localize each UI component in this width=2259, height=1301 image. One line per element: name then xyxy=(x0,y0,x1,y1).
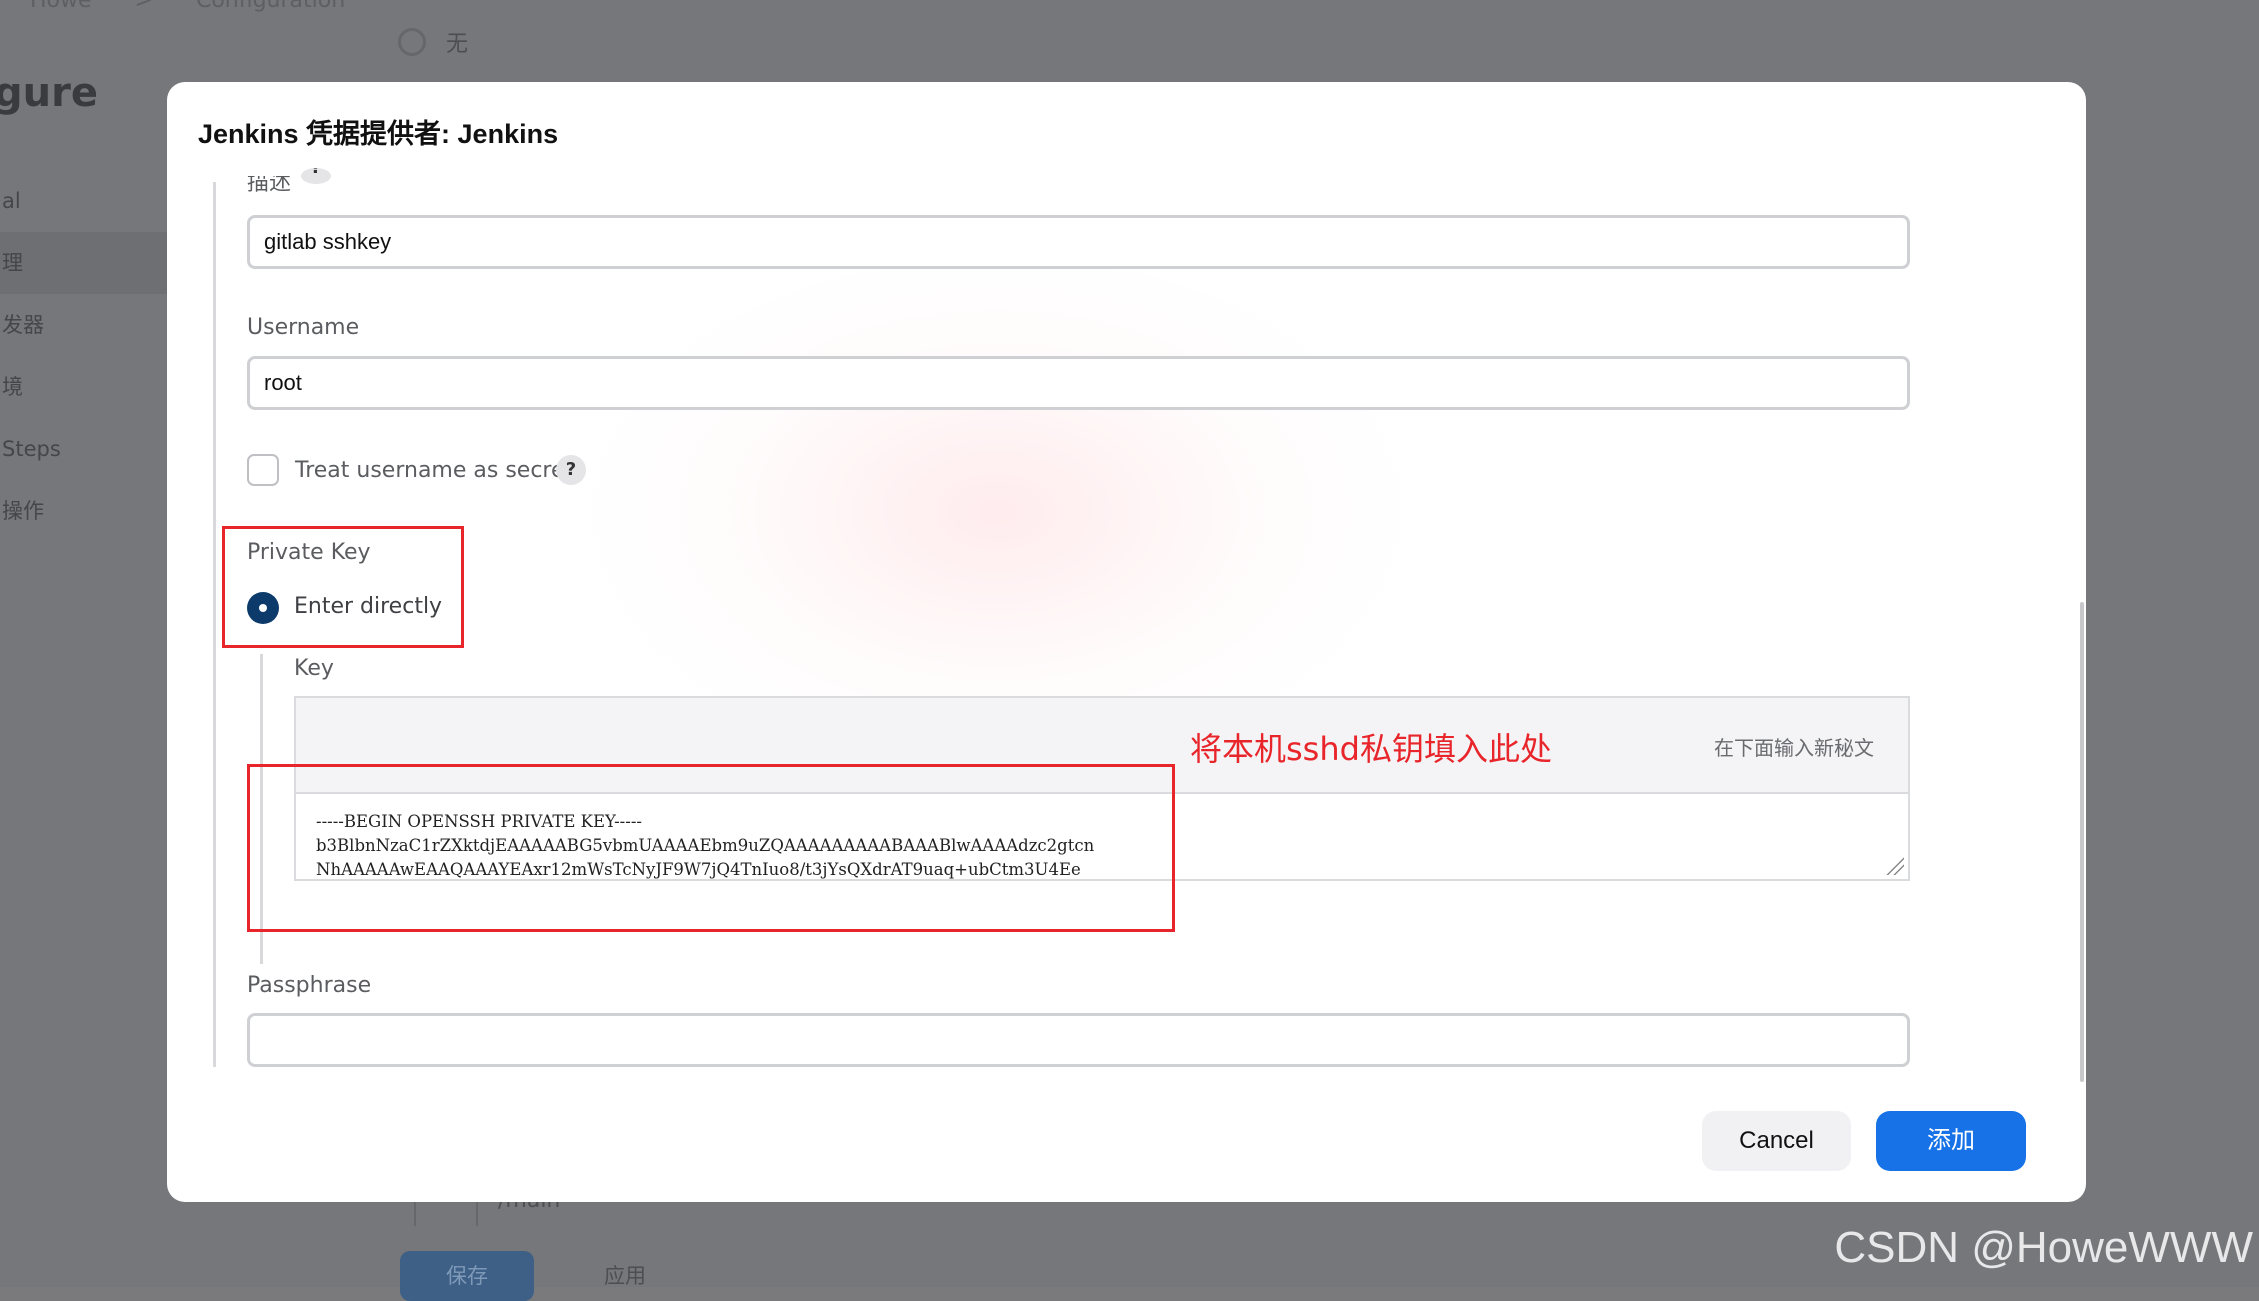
sidebar-item-general[interactable]: al xyxy=(0,170,168,232)
key-label: Key xyxy=(294,656,334,681)
help-glyph: ? xyxy=(311,168,321,178)
treat-username-secret-checkbox[interactable] xyxy=(247,454,279,486)
highlight-private-key xyxy=(222,526,464,648)
passphrase-input[interactable] xyxy=(247,1013,1910,1067)
breadcrumb-separator: > xyxy=(134,0,153,13)
sidebar-item-triggers[interactable]: 发器 xyxy=(0,294,168,356)
page-title: gure xyxy=(0,70,98,116)
breadcrumb-home[interactable]: Howe xyxy=(30,0,92,13)
sidebar-item-scm[interactable]: 理 xyxy=(0,232,168,294)
sidebar-nav: al 理 发器 境 Steps 操作 xyxy=(0,170,168,542)
description-label: 描述 xyxy=(247,176,291,198)
save-button[interactable]: 保存 xyxy=(400,1251,534,1301)
apply-button[interactable]: 应用 xyxy=(560,1251,690,1301)
dialog-scrollbar[interactable] xyxy=(2080,602,2084,1082)
watermark: CSDN @HoweWWW xyxy=(1834,1223,2253,1272)
treat-username-help-icon[interactable]: ? xyxy=(556,455,586,485)
help-glyph: ? xyxy=(565,459,577,480)
description-label-text: 描述 xyxy=(247,176,292,196)
annotation-text: 将本机sshd私钥填入此处 xyxy=(1190,730,1552,768)
breadcrumb-configuration[interactable]: Configuration xyxy=(196,0,345,13)
textarea-resize-handle[interactable] xyxy=(1886,857,1904,875)
form-section-line xyxy=(213,182,216,1067)
username-input[interactable] xyxy=(247,356,1910,410)
key-hint-text: 在下面输入新秘文 xyxy=(1714,736,1874,760)
radio-none[interactable] xyxy=(398,28,426,56)
breadcrumb: Howe > Configuration xyxy=(30,0,381,13)
credentials-dialog: Jenkins 凭据提供者: Jenkins 描述 ? Username Tre… xyxy=(167,82,2086,1202)
decorative-glow xyxy=(587,252,1407,772)
highlight-key-content xyxy=(247,764,1175,932)
sidebar-item-build-steps[interactable]: Steps xyxy=(0,418,168,480)
description-input[interactable] xyxy=(247,215,1910,269)
sidebar-item-post-build[interactable]: 操作 xyxy=(0,480,168,542)
username-label: Username xyxy=(247,315,360,340)
add-button[interactable]: 添加 xyxy=(1876,1111,2026,1171)
cancel-button[interactable]: Cancel xyxy=(1702,1111,1851,1171)
passphrase-label: Passphrase xyxy=(247,973,372,998)
radio-none-label: 无 xyxy=(446,32,469,57)
sidebar-item-environment[interactable]: 境 xyxy=(0,356,168,418)
dialog-title: Jenkins 凭据提供者: Jenkins xyxy=(198,119,559,149)
treat-username-secret-label[interactable]: Treat username as secret xyxy=(295,458,573,483)
description-help-icon[interactable]: ? xyxy=(301,168,331,184)
